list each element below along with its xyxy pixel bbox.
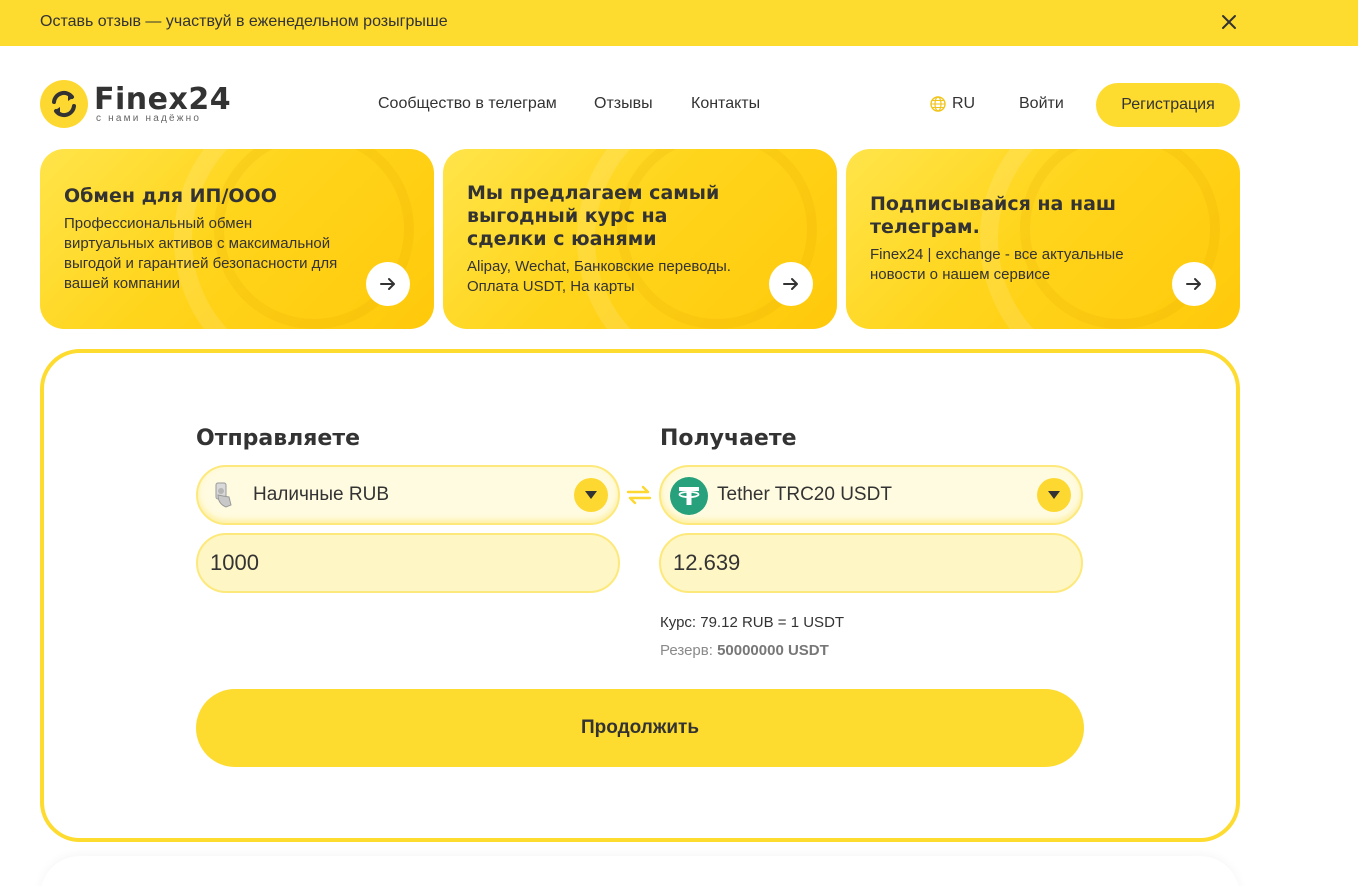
card-title: Мы предлагаем самый выгодный курс на сде… bbox=[467, 181, 720, 250]
card-title: Обмен для ИП/ООО bbox=[64, 184, 277, 207]
card-text: Finex24 | exchange - все актуальные ново… bbox=[870, 246, 1124, 283]
reserve-value: 50000000 USDT bbox=[717, 642, 829, 659]
card-title: Подписывайся на наш телеграм. bbox=[870, 193, 1117, 238]
language-selector[interactable]: RU bbox=[930, 95, 975, 113]
nav-reviews[interactable]: Отзывы bbox=[594, 95, 653, 113]
nav-contacts[interactable]: Контакты bbox=[691, 95, 760, 113]
promo-banner: Оставь отзыв — участвуй в еженедельном р… bbox=[0, 0, 1358, 46]
send-currency-label: Наличные RUB bbox=[253, 484, 389, 505]
promo-card-business[interactable]: Обмен для ИП/ООО Профессиональный обмен … bbox=[40, 149, 434, 329]
card-text: Профессиональный обмен виртуальных актив… bbox=[64, 214, 338, 292]
logo-tagline: с нами надёжно bbox=[96, 113, 202, 124]
close-icon[interactable] bbox=[1218, 11, 1240, 33]
cash-icon bbox=[215, 482, 232, 508]
exchange-rate: Курс: 79.12 RUB = 1 USDT bbox=[660, 614, 845, 631]
promo-banner-text: Оставь отзыв — участвуй в еженедельном р… bbox=[40, 13, 448, 30]
swap-icon[interactable] bbox=[625, 484, 653, 506]
receive-currency-select[interactable]: Tether TRC20 USDT bbox=[659, 465, 1083, 525]
globe-icon bbox=[930, 96, 946, 112]
receive-title: Получаете bbox=[660, 426, 797, 451]
send-amount-input[interactable] bbox=[196, 533, 620, 593]
arrow-right-icon[interactable] bbox=[1172, 262, 1216, 306]
register-button[interactable]: Регистрация bbox=[1096, 83, 1240, 127]
logo-icon bbox=[40, 80, 88, 128]
arrow-right-icon[interactable] bbox=[366, 262, 410, 306]
receive-amount-input[interactable] bbox=[659, 533, 1083, 593]
nav-community[interactable]: Сообщество в телеграм bbox=[378, 95, 557, 113]
tether-icon bbox=[670, 477, 708, 515]
send-currency-select[interactable]: Наличные RUB bbox=[196, 465, 620, 525]
promo-card-telegram[interactable]: Подписывайся на наш телеграм. Finex24 | … bbox=[846, 149, 1240, 329]
next-section bbox=[40, 856, 1240, 886]
reserve: Резерв: 50000000 USDT bbox=[660, 642, 829, 659]
language-label: RU bbox=[952, 95, 976, 112]
card-text: Alipay, Wechat, Банковские переводы. Опл… bbox=[467, 257, 731, 295]
continue-button[interactable]: Продолжить bbox=[196, 689, 1084, 767]
receive-currency-label: Tether TRC20 USDT bbox=[717, 484, 892, 505]
reserve-label: Резерв: bbox=[660, 642, 713, 659]
logo-name: Finex24 bbox=[94, 82, 232, 117]
send-title: Отправляете bbox=[196, 426, 361, 451]
login-link[interactable]: Войти bbox=[1019, 95, 1064, 113]
arrow-right-icon[interactable] bbox=[769, 262, 813, 306]
exchange-panel bbox=[40, 349, 1240, 842]
promo-card-yuan[interactable]: Мы предлагаем самый выгодный курс на сде… bbox=[443, 149, 837, 329]
chevron-down-icon[interactable] bbox=[574, 478, 608, 512]
chevron-down-icon[interactable] bbox=[1037, 478, 1071, 512]
logo[interactable]: Finex24 с нами надёжно bbox=[40, 80, 240, 130]
